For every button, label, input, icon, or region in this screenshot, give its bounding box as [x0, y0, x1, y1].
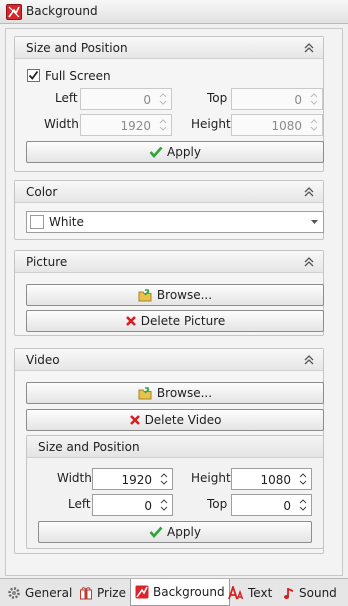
left-value: 0 [143, 93, 151, 107]
folder-open-icon [138, 288, 152, 301]
video-width-value: 1920 [121, 473, 152, 487]
left-label: Left [55, 91, 78, 105]
video-top-spinbox[interactable]: 0 [231, 494, 312, 516]
delete-video-label: Delete Video [144, 413, 222, 427]
tab-sound-label: Sound [299, 585, 337, 600]
height-label: Height [191, 117, 231, 131]
color-dropdown[interactable]: White [26, 211, 324, 233]
full-screen-label: Full Screen [45, 69, 111, 83]
video-apply-button[interactable]: Apply [38, 521, 312, 543]
video-browse-button[interactable]: Browse... [26, 382, 324, 404]
collapse-icon[interactable] [303, 256, 315, 268]
delete-video-button[interactable]: Delete Video [26, 409, 324, 431]
tab-general-label: General [25, 585, 73, 600]
gear-icon [8, 586, 20, 599]
checkmark-icon [28, 70, 39, 80]
height-value: 1080 [271, 119, 302, 133]
delete-picture-label: Delete Picture [140, 314, 226, 328]
tab-text[interactable]: Text [224, 580, 276, 605]
video-width-spinbox[interactable]: 1920 [92, 468, 173, 490]
width-spinbox[interactable]: 1920 [80, 114, 172, 136]
app-logo-icon [6, 4, 22, 20]
bottom-tab-bar: General Prize Background Text Sound [0, 578, 348, 606]
video-header[interactable]: Video [15, 349, 323, 371]
spinner-arrows-icon[interactable] [298, 497, 308, 513]
video-size-position-panel: Size and Position Width 1920 Height 1080… [26, 435, 324, 549]
top-label: Top [207, 91, 228, 105]
spinner-arrows-icon[interactable] [159, 471, 169, 487]
video-apply-label: Apply [167, 525, 201, 539]
video-left-spinbox[interactable]: 0 [92, 494, 173, 516]
video-left-value: 0 [144, 499, 152, 513]
collapse-icon[interactable] [303, 354, 315, 366]
picture-browse-label: Browse... [156, 288, 213, 302]
size-position-header[interactable]: Size and Position [15, 37, 323, 59]
width-value: 1920 [120, 119, 151, 133]
music-note-icon [284, 587, 293, 599]
apply-button[interactable]: Apply [26, 141, 324, 163]
width-label: Width [44, 117, 79, 131]
video-title: Video [26, 353, 60, 367]
delete-picture-button[interactable]: Delete Picture [26, 310, 324, 332]
video-height-value: 1080 [260, 473, 291, 487]
picture-browse-button[interactable]: Browse... [26, 284, 324, 306]
top-spinbox[interactable]: 0 [231, 88, 323, 110]
properties-scroll-area[interactable]: Size and Position Full Screen Left 0 Top… [5, 28, 343, 576]
tab-sound[interactable]: Sound [279, 580, 341, 605]
tab-prize[interactable]: Prize [75, 580, 130, 605]
video-left-label: Left [68, 497, 91, 511]
delete-x-icon [129, 415, 140, 425]
height-spinbox[interactable]: 1080 [231, 114, 323, 136]
chevron-down-icon [311, 220, 318, 224]
title-bar: Background [0, 0, 348, 24]
tab-background-label: Background [153, 585, 225, 599]
spinner-arrows-icon[interactable] [159, 497, 169, 513]
top-value: 0 [294, 93, 302, 107]
picture-panel: Picture Browse... Delete Picture [14, 250, 324, 336]
tab-general[interactable]: General [3, 580, 76, 605]
background-icon [135, 585, 149, 599]
size-position-panel: Size and Position Full Screen Left 0 Top… [14, 36, 324, 172]
color-panel: Color White [14, 180, 324, 240]
video-top-value: 0 [283, 499, 291, 513]
collapse-icon[interactable] [303, 42, 315, 54]
color-swatch [30, 215, 44, 229]
spinner-arrows-icon[interactable] [158, 91, 168, 107]
spinner-arrows-icon[interactable] [309, 117, 319, 133]
checkmark-icon [149, 146, 163, 158]
text-icon [228, 585, 244, 599]
tab-text-label: Text [248, 585, 273, 600]
spinner-arrows-icon[interactable] [298, 471, 308, 487]
apply-label: Apply [167, 145, 201, 159]
folder-open-icon [138, 386, 152, 399]
window-title: Background [26, 4, 98, 18]
spinner-arrows-icon[interactable] [158, 117, 168, 133]
video-height-spinbox[interactable]: 1080 [231, 468, 312, 490]
size-position-title: Size and Position [26, 41, 128, 55]
tab-background[interactable]: Background [130, 579, 230, 606]
video-size-position-title: Size and Position [38, 440, 140, 454]
video-width-label: Width [57, 471, 92, 485]
picture-header[interactable]: Picture [15, 251, 323, 273]
video-height-label: Height [191, 471, 231, 485]
video-top-label: Top [207, 497, 228, 511]
video-size-position-header: Size and Position [27, 436, 323, 458]
spinner-arrows-icon[interactable] [309, 91, 319, 107]
delete-x-icon [125, 316, 136, 326]
color-title: Color [26, 185, 58, 199]
video-panel: Video Browse... Delete Video Size and Po… [14, 348, 324, 554]
tab-prize-label: Prize [97, 585, 126, 600]
collapse-icon[interactable] [303, 186, 315, 198]
left-spinbox[interactable]: 0 [80, 88, 172, 110]
picture-title: Picture [26, 255, 68, 269]
checkmark-icon [149, 526, 163, 538]
gift-icon [80, 586, 92, 599]
color-selected-value: White [49, 215, 84, 229]
video-browse-label: Browse... [156, 386, 213, 400]
color-header[interactable]: Color [15, 181, 323, 203]
full-screen-checkbox[interactable] [27, 69, 40, 82]
